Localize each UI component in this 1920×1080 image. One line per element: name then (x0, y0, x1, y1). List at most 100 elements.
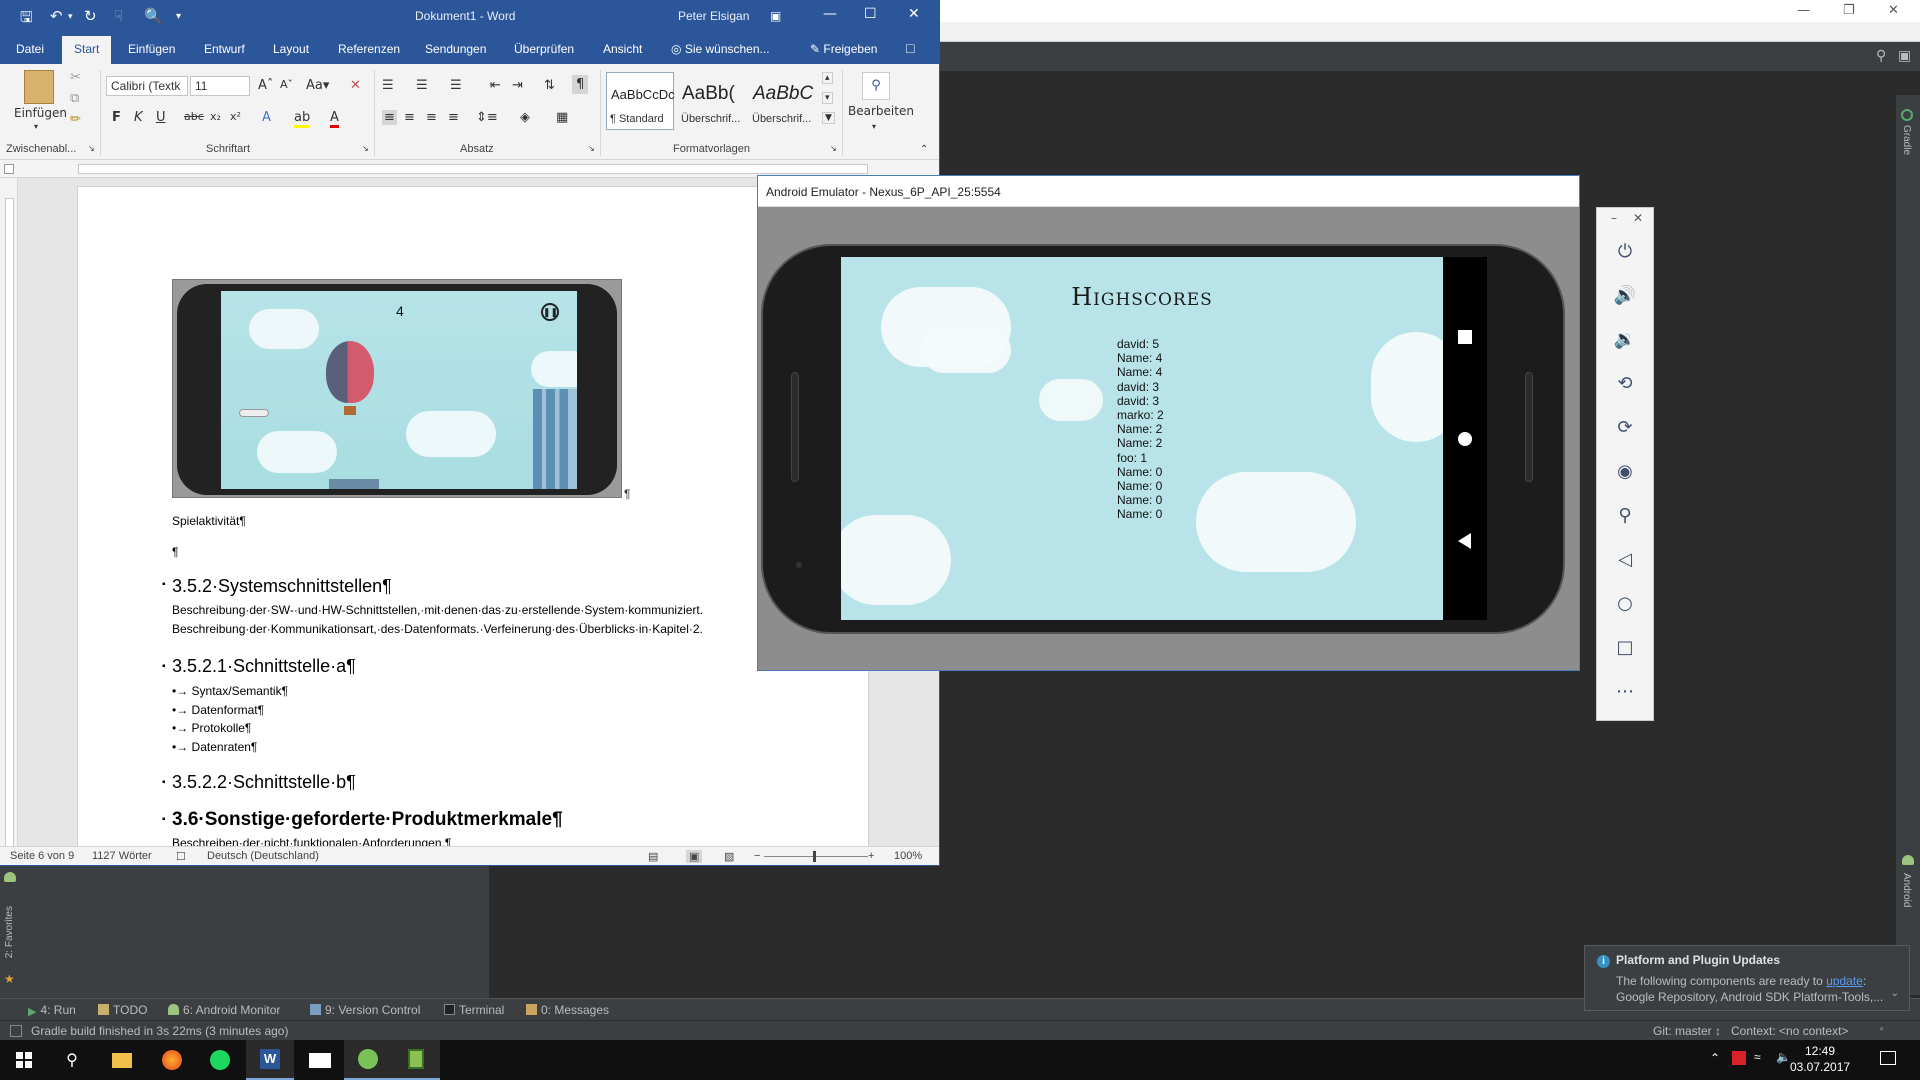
search-icon[interactable]: ⚲ (1876, 48, 1886, 64)
restore-icon[interactable]: ❐ (1843, 3, 1855, 18)
antivirus-icon[interactable] (1732, 1051, 1746, 1065)
clock[interactable]: 12:49 03.07.2017 (1790, 1043, 1850, 1075)
undo-icon[interactable]: ↶ (50, 7, 63, 25)
embedded-game-screenshot[interactable]: 4 ❚❚ (172, 279, 622, 498)
chevron-down-icon[interactable]: ▾ (34, 122, 38, 131)
volume-up-icon[interactable]: 🔊 (1597, 280, 1653, 310)
show-formatting-icon[interactable]: ¶ (572, 75, 589, 94)
highlight-icon[interactable]: ab (294, 110, 311, 128)
bullet-item[interactable]: •→ Datenformat¶ (172, 703, 264, 717)
terminal-tab[interactable]: Terminal (444, 1003, 504, 1017)
comments-icon[interactable]: □ (906, 40, 914, 56)
heading-3-5-2[interactable]: 3.5.2·Systemschnittstellen¶ (172, 576, 392, 597)
close-icon[interactable]: ✕ (1633, 211, 1643, 225)
zoom-slider[interactable] (764, 856, 868, 857)
heading-3-5-2-2[interactable]: 3.5.2.2·Schnittstelle·b¶ (172, 772, 356, 793)
paste-icon[interactable] (24, 70, 54, 104)
tab-selector-icon[interactable] (4, 164, 14, 174)
change-case-icon[interactable]: Aa▾ (306, 78, 329, 93)
clear-formatting-icon[interactable]: ✕ (350, 78, 361, 93)
tab-sendungen[interactable]: Sendungen (425, 42, 486, 56)
heading-3-6[interactable]: 3.6·Sonstige·geforderte·Produktmerkmale¶ (172, 809, 563, 831)
font-color-icon[interactable]: A (330, 110, 339, 128)
maximize-icon[interactable]: ☐ (864, 6, 877, 22)
paste-button[interactable]: Einfügen (14, 106, 67, 120)
format-painter-icon[interactable]: ✏ (70, 112, 81, 127)
customize-qat-icon[interactable]: ▾ (176, 11, 181, 22)
start-button[interactable] (0, 1040, 48, 1080)
redo-icon[interactable]: ↻ (84, 7, 97, 25)
close-icon[interactable]: ✕ (908, 6, 920, 22)
search-icon[interactable]: ⚲ (862, 72, 890, 100)
justify-icon[interactable]: ≡ (448, 110, 459, 125)
tab-start[interactable]: Start (62, 36, 112, 64)
align-center-icon[interactable]: ≡ (404, 110, 415, 125)
image-caption[interactable]: Spielaktivität¶ (172, 514, 246, 528)
minimize-icon[interactable]: — (823, 6, 837, 22)
back-icon[interactable]: ◁ (1597, 544, 1653, 574)
zoom-slider-thumb[interactable] (813, 851, 816, 862)
print-layout-icon[interactable]: ▣ (686, 850, 703, 863)
home-icon[interactable] (1458, 432, 1472, 446)
dialog-launcher-icon[interactable]: ↘ (362, 144, 369, 153)
align-left-icon[interactable]: ≡ (382, 110, 397, 125)
increase-indent-icon[interactable]: ⇥ (512, 78, 523, 93)
layout-icon[interactable]: ▣ (1898, 48, 1911, 64)
close-icon[interactable]: ✕ (1888, 3, 1899, 18)
minimize-icon[interactable]: — (1797, 3, 1810, 18)
gradle-tab[interactable]: Gradle (1901, 125, 1912, 155)
minimize-icon[interactable]: – (1611, 211, 1617, 225)
overview-icon[interactable]: □ (1597, 632, 1653, 662)
styles-more-icon[interactable]: ▼ (822, 112, 835, 124)
rotate-right-icon[interactable]: ⟳ (1597, 412, 1653, 442)
line-spacing-icon[interactable]: ⇕≡ (476, 110, 498, 125)
touch-mode-icon[interactable]: ☟ (114, 7, 123, 25)
share-button[interactable]: ✎ Freigeben (810, 42, 877, 56)
android-tab[interactable]: Android (1901, 873, 1912, 907)
grow-font-icon[interactable]: Aˆ (258, 78, 273, 93)
more-icon[interactable]: ⋯ (1597, 676, 1653, 706)
sort-icon[interactable]: ⇅ (544, 78, 555, 93)
tab-layout[interactable]: Layout (273, 42, 309, 56)
bullets-icon[interactable]: ☰ (382, 78, 394, 93)
shading-icon[interactable]: ◈ (520, 110, 530, 125)
heading-3-5-2-1[interactable]: 3.5.2.1·Schnittstelle·a¶ (172, 656, 356, 677)
italic-icon[interactable]: K (134, 110, 143, 125)
paragraph-352-line2[interactable]: Beschreibung·der·Kommunikationsart,·des·… (172, 622, 703, 636)
tell-me-box[interactable]: ◎ Sie wünschen... (671, 42, 770, 56)
back-icon[interactable] (1458, 533, 1471, 549)
zoom-icon[interactable]: ⚲ (1597, 500, 1653, 530)
font-name-box[interactable]: Calibri (Textk (106, 76, 188, 96)
home-icon[interactable]: ○ (1597, 588, 1653, 618)
font-size-box[interactable]: 11 (190, 76, 250, 96)
bold-icon[interactable]: F (112, 110, 121, 125)
taskbar-mail[interactable] (296, 1040, 344, 1080)
zoom-level[interactable]: 100% (894, 850, 922, 862)
superscript-icon[interactable]: x² (230, 110, 241, 123)
update-notification[interactable]: i Platform and Plugin Updates The follow… (1584, 945, 1910, 1011)
style-standard[interactable]: AaBbCcDc ¶ Standard (606, 72, 675, 130)
read-mode-icon[interactable]: ▤ (648, 850, 658, 863)
todo-tab[interactable]: TODO (98, 1003, 147, 1017)
vertical-ruler[interactable] (0, 178, 18, 848)
ribbon-display-icon[interactable]: ▣ (770, 9, 781, 23)
git-branch[interactable]: Git: master ↕ (1653, 1024, 1721, 1038)
volume-icon[interactable]: 🔈 (1776, 1050, 1791, 1080)
empty-paragraph[interactable]: ¶ (172, 545, 178, 559)
decrease-indent-icon[interactable]: ⇤ (490, 78, 501, 93)
taskbar-android-studio[interactable] (344, 1040, 392, 1080)
proofing-icon[interactable]: ☐ (176, 850, 186, 863)
run-tab[interactable]: ▶ 4: Run (28, 1003, 76, 1018)
style-heading2[interactable]: AaBbC Überschrif... (748, 72, 816, 130)
strikethrough-icon[interactable]: abc (184, 110, 204, 123)
user-name[interactable]: Peter Elsigan (678, 9, 749, 23)
taskbar-explorer[interactable] (98, 1040, 146, 1080)
paragraph-352-line1[interactable]: Beschreibung·der·SW-·und·HW-Schnittstell… (172, 603, 703, 617)
multilevel-list-icon[interactable]: ☰ (450, 78, 462, 93)
cut-icon[interactable]: ✂ (70, 70, 81, 85)
tab-referenzen[interactable]: Referenzen (338, 42, 400, 56)
tab-einfuegen[interactable]: Einfügen (128, 42, 175, 56)
show-hidden-icons-icon[interactable]: ⌃ (1710, 1051, 1720, 1080)
version-control-tab[interactable]: 9: Version Control (310, 1003, 420, 1017)
collapse-ribbon-icon[interactable]: ⌃ (920, 144, 928, 155)
